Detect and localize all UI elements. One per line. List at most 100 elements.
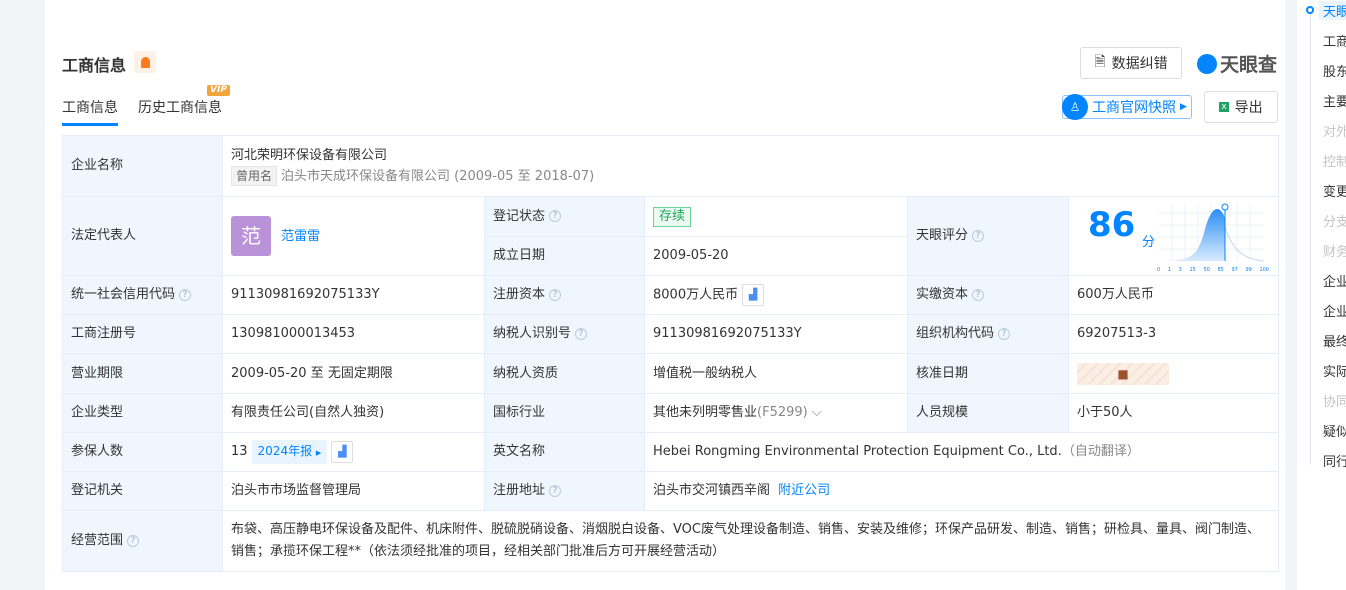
data-correction-button[interactable]: 🗎 数据纠错 xyxy=(1080,47,1182,79)
reg-capital-cell: 8000万人民币 ▟ xyxy=(644,275,908,315)
nav-item[interactable]: 同行 xyxy=(1323,451,1346,470)
tick-label: 50 xyxy=(1203,267,1210,273)
caret-right-icon: ▶ xyxy=(1180,102,1187,112)
help-icon[interactable]: ? xyxy=(549,288,562,301)
former-name: 泊头市天成环保设备有限公司 (2009-05 至 2018-07) xyxy=(281,168,595,184)
nav-item[interactable]: 企业 xyxy=(1323,301,1346,320)
industry-value: 其他未列明零售业 xyxy=(653,405,758,420)
industry-label: 国标行业 xyxy=(484,393,645,433)
scope-value: 布袋、高压静电环保设备及配件、机床附件、脱硫脱硝设备、消烟脱白设备、VOC废气处… xyxy=(221,510,1280,572)
credit-code-label-text: 统一社会信用代码 xyxy=(71,287,176,302)
status-badge: 存续 xyxy=(653,206,692,227)
scope-label: 经营范围? xyxy=(62,510,223,572)
bell-icon xyxy=(140,56,150,68)
status-cell: 存续 xyxy=(644,196,908,237)
section-nav: 天眼 工商 股东 主要 对外 控制 变更 分支 财务 企业 企业 最终 实际 协同 疑似 同行 xyxy=(1297,0,1346,590)
nearby-companies-link[interactable]: 附近公司 xyxy=(778,483,830,498)
help-icon[interactable]: ? xyxy=(972,288,985,301)
nav-item[interactable]: 疑似 xyxy=(1323,421,1346,440)
org-code-label: 组织机构代码? xyxy=(907,314,1069,354)
export-button[interactable]: x 导出 xyxy=(1204,91,1278,123)
scope-label-text: 经营范围 xyxy=(71,533,124,548)
tax-id-label-text: 纳税人识别号 xyxy=(493,326,572,341)
table-row: 参保人数 13 2024年报 ▶ ▟ 英文名称 Hebei Rongming Env… xyxy=(62,432,1280,472)
help-icon[interactable]: ? xyxy=(549,484,562,497)
nav-item[interactable]: 股东 xyxy=(1323,61,1346,80)
insured-cell: 13 2024年报 ▶ ▟ xyxy=(222,432,485,472)
tick-label: 99 xyxy=(1245,267,1252,273)
lock-icon: ■ xyxy=(1117,366,1129,381)
nav-current-dot xyxy=(1306,6,1314,14)
stamp-icon: ♙ xyxy=(1062,94,1088,120)
tick-label: 0 xyxy=(1157,267,1161,273)
staff-size-label: 人员规模 xyxy=(907,393,1069,433)
nav-item[interactable]: 企业 xyxy=(1323,271,1346,290)
help-icon[interactable]: ? xyxy=(972,229,985,242)
nav-item[interactable]: 天眼 xyxy=(1319,1,1346,20)
tick-label: 1 xyxy=(1167,267,1171,273)
tab-history-business-info[interactable]: 历史工商信息 xyxy=(138,97,222,117)
legal-rep-cell: 范 范雷雷 xyxy=(222,196,485,276)
score-unit: 分 xyxy=(1142,235,1156,250)
english-name-cell: Hebei Rongming Environmental Protection … xyxy=(643,432,1280,472)
snapshot-button[interactable]: ♙ 工商官网快照 ▶ xyxy=(1062,94,1192,120)
reg-no-value: 130981000013453 xyxy=(222,314,485,354)
chart-icon[interactable]: ▟ xyxy=(331,440,354,463)
table-row: 企业类型 有限责任公司(自然人独资) 国标行业 其他未列明零售业(F5299) … xyxy=(62,393,1280,433)
legal-rep-link[interactable]: 范雷雷 xyxy=(281,229,320,244)
nav-item[interactable]: 最终 xyxy=(1323,331,1346,350)
industry-code: (F5299) xyxy=(757,405,808,420)
paid-capital-label: 实缴资本? xyxy=(907,275,1069,315)
nav-item: 控制 xyxy=(1323,155,1346,170)
subscribe-bell-button[interactable] xyxy=(134,51,156,73)
tax-qual-value: 增值税一般纳税人 xyxy=(644,353,908,394)
chart-icon[interactable]: ▟ xyxy=(742,284,765,306)
export-label: 导出 xyxy=(1234,100,1263,116)
tab-business-info[interactable]: 工商信息 xyxy=(62,97,118,126)
tick-label: 3 xyxy=(1178,267,1182,273)
legal-rep-label: 法定代表人 xyxy=(62,196,223,276)
table-row: 法定代表人 范 范雷雷 登记状态? 存续 天眼评分? 86 分 0 1 3 15… xyxy=(62,196,1280,276)
help-icon[interactable]: ? xyxy=(549,210,562,222)
score-cell[interactable]: 86 分 0 1 3 15 50 85 97 99 100 xyxy=(1067,196,1280,276)
address-value: 泊头市交河镇西辛阁 xyxy=(653,483,771,498)
nav-item[interactable]: 实际 xyxy=(1323,361,1346,380)
vip-lock-button[interactable]: ■ xyxy=(1077,362,1169,385)
score-value: 86 xyxy=(1088,205,1136,245)
chevron-down-icon[interactable]: ⌵ xyxy=(812,405,822,420)
help-icon[interactable]: ? xyxy=(179,288,192,301)
nav-item[interactable]: 工商 xyxy=(1323,31,1346,50)
industry-cell[interactable]: 其他未列明零售业(F5299) ⌵ xyxy=(644,393,908,433)
annual-report-label: 2024年报 xyxy=(257,444,313,458)
data-correction-label: 数据纠错 xyxy=(1111,56,1168,72)
tax-id-value: 91130981692075133Y xyxy=(644,314,908,354)
nav-item[interactable]: 变更 xyxy=(1323,181,1346,200)
nav-item: 财务 xyxy=(1323,245,1346,260)
nav-item[interactable]: 主要 xyxy=(1323,91,1346,110)
logo-text: 天眼查 xyxy=(1220,54,1278,76)
approve-date-label: 核准日期 xyxy=(907,353,1069,394)
business-info-card: 工商信息 工商信息 历史工商信息 VIP 🗎 数据纠错 天眼查 ♙ 工商官网快照 ▶ … xyxy=(45,0,1285,590)
nav-timeline xyxy=(1310,10,1311,465)
english-name-value: Hebei Rongming Environmental Protection … xyxy=(653,444,1062,459)
tick-label: 85 xyxy=(1217,267,1224,273)
credit-code-label: 统一社会信用代码? xyxy=(62,275,223,315)
reg-no-label: 工商注册号 xyxy=(62,314,223,354)
score-axis-ticks: 0 1 3 15 50 85 97 99 100 xyxy=(1157,260,1269,280)
founded-label: 成立日期 xyxy=(484,236,645,276)
help-icon[interactable]: ? xyxy=(998,327,1011,340)
help-icon[interactable]: ? xyxy=(575,327,588,340)
paid-capital-label-text: 实缴资本 xyxy=(916,287,969,302)
business-info-table: 企业名称 河北荣明环保设备有限公司 曾用名 泊头市天成环保设备有限公司 (2009… xyxy=(62,135,1280,572)
founded-value: 2009-05-20 xyxy=(644,236,908,276)
section-title: 工商信息 xyxy=(62,56,127,75)
tax-qual-label: 纳税人资质 xyxy=(484,353,645,394)
nav-item: 分支 xyxy=(1323,215,1346,230)
help-icon[interactable]: ? xyxy=(127,534,140,547)
reg-capital-label-text: 注册资本 xyxy=(493,287,546,302)
former-name-tag: 曾用名 xyxy=(231,165,278,186)
table-row: 工商注册号 130981000013453 纳税人识别号? 9113098169… xyxy=(62,314,1280,354)
caret-right-icon: ▶ xyxy=(315,449,322,457)
term-label: 营业期限 xyxy=(62,353,223,394)
annual-report-link[interactable]: 2024年报 ▶ xyxy=(251,440,328,464)
